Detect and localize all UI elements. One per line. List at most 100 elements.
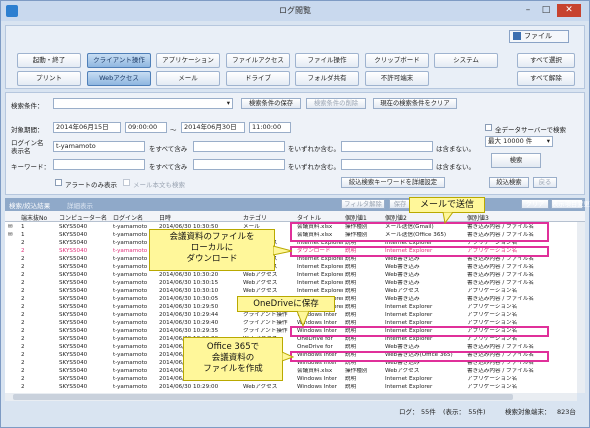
col-header-title[interactable]: タイトル	[297, 213, 339, 222]
cell-value1: 説明	[345, 288, 357, 294]
refine-keyword-button[interactable]: 絞込検索キーワードを詳細設定	[341, 177, 445, 188]
condition-select[interactable]: ▾	[53, 98, 233, 109]
table-row[interactable]: 2SKYS5040t-yamamoto2014/06/30 10:30:25We…	[5, 264, 577, 271]
keyword-exclude-input[interactable]	[341, 159, 433, 170]
time-from-input[interactable]: 09:00:00	[125, 122, 167, 133]
btn-web-access[interactable]: Webアクセス	[87, 71, 151, 86]
cell-computer: SKYS5040	[59, 256, 88, 262]
btn-mail[interactable]: メール	[156, 71, 220, 86]
cell-title: Internet Explorer	[297, 272, 343, 278]
cell-login: t-yamamoto	[113, 328, 148, 334]
cell-no: 2	[21, 240, 25, 246]
btn-startup[interactable]: 起動・終了	[17, 53, 81, 68]
detail-tab[interactable]: 詳細表示	[67, 200, 93, 210]
display-change-button[interactable]: 表示項目変更	[551, 199, 590, 209]
cell-value3: 書き込み内容 / ファイル名	[467, 256, 534, 262]
login-input[interactable]: t-yamamoto	[53, 141, 145, 152]
btn-application[interactable]: アプリケーション	[156, 53, 220, 68]
delete-condition-button[interactable]: 検索条件の削除	[306, 98, 366, 109]
btn-clipboard[interactable]: クリップボード	[365, 53, 429, 68]
cell-category: クライアント操作	[243, 328, 288, 334]
login-any-input[interactable]	[193, 141, 285, 152]
col-header-value1[interactable]: 個別値1	[345, 213, 381, 222]
minimize-icon[interactable]: –	[521, 4, 535, 17]
date-from-input[interactable]: 2014年06月15日	[53, 122, 121, 133]
cell-value1: 説明	[345, 376, 357, 382]
cell-category: Webアクセス	[243, 280, 278, 286]
back-button[interactable]: 戻る	[533, 177, 557, 188]
col-header-login[interactable]: ログイン名	[113, 213, 155, 222]
condition-label: 検索条件：	[11, 102, 44, 110]
cell-login: t-yamamoto	[113, 384, 148, 390]
cell-value3: 書き込み内容 / ファイル名	[467, 368, 534, 374]
col-header-category[interactable]: カテゴリ	[243, 213, 287, 222]
close-icon[interactable]: ✕	[557, 4, 581, 17]
col-header-value2[interactable]: 個別値2	[385, 213, 445, 222]
all-servers-checkbox[interactable]	[485, 124, 492, 131]
results-clear-button[interactable]: クリア	[521, 199, 549, 209]
mail-body-checkbox[interactable]	[123, 179, 130, 186]
table-row[interactable]: 2SKYS5040t-yamamoto2014/06/30 10:29:25We…	[5, 344, 577, 351]
cell-title: 会議資料.xlsx	[297, 368, 333, 374]
col-header-no[interactable]: 端末抜No	[21, 213, 55, 222]
table-row[interactable]: 2 SKYS5040 t-yamamoto 2014/06/30 10:30:10 We…	[5, 288, 577, 295]
date-to-input[interactable]: 2014年06月30日	[181, 122, 245, 133]
table-row[interactable]: 2 SKYS5040 t-yamamoto 2014/06/30 10:30:15 We…	[5, 280, 577, 287]
callout-arrow-onedrive	[297, 311, 310, 327]
btn-drive[interactable]: ドライブ	[226, 71, 290, 86]
cell-no: 2	[21, 272, 25, 278]
btn-system[interactable]: システム	[434, 53, 498, 68]
cell-value1: 説明	[345, 344, 357, 350]
horizontal-scrollbar[interactable]	[5, 393, 577, 401]
clear-all-button[interactable]: すべて解除	[517, 71, 575, 86]
cell-computer: SKYS5040	[59, 344, 88, 350]
period-label: 対象期間：	[11, 126, 44, 134]
results-save-button[interactable]: 保存	[389, 199, 411, 209]
table-row[interactable]: 2 SKYS5040 t-yamamoto 2014/06/30 10:29:44 クラ…	[5, 312, 577, 319]
target-label: 検索対象端末：	[505, 408, 551, 416]
time-to-input[interactable]: 11:00:00	[249, 122, 291, 133]
clear-condition-button[interactable]: 現在の検索条件をクリア	[373, 98, 457, 109]
btn-client-op[interactable]: クライアント操作	[87, 53, 151, 68]
cell-login: t-yamamoto	[113, 304, 148, 310]
cell-value3: 書き込み内容 / ファイル名	[467, 296, 534, 302]
btn-print[interactable]: プリント	[17, 71, 81, 86]
table-row[interactable]: 2SKYS5040t-yamamoto2014/06/30 10:29:05We…	[5, 376, 577, 383]
keyword-any-input[interactable]	[193, 159, 285, 170]
results-tab[interactable]: 検索/絞込結果	[9, 200, 50, 210]
btn-folder-share[interactable]: フォルダ共有	[295, 71, 359, 86]
login-exclude-input[interactable]	[341, 141, 433, 152]
chevron-down-icon: ▾	[226, 99, 230, 107]
col-header-datetime[interactable]: 日時	[159, 213, 219, 222]
keyword-input[interactable]	[53, 159, 145, 170]
cell-value3: アプリケーション名	[467, 384, 518, 390]
maximize-icon[interactable]: □	[539, 4, 553, 17]
scroll-thumb[interactable]	[13, 394, 513, 400]
table-row[interactable]: 2SKYS5040t-yamamoto2014/06/30 10:29:10We…	[5, 368, 577, 375]
table-row[interactable]: 2SKYS5040t-yamamoto2014/06/30 10:30:30We…	[5, 256, 577, 263]
filter-clear-button[interactable]: フィルタ解除	[341, 199, 385, 209]
table-row[interactable]: 2SKYS5040t-yamamoto2014/06/30 10:29:30We…	[5, 336, 577, 343]
cell-no: 2	[21, 344, 25, 350]
save-condition-button[interactable]: 検索条件の保存	[241, 98, 301, 109]
table-row[interactable]: 2 SKYS5040 t-yamamoto 2014/06/30 10:30:20 We…	[5, 272, 577, 279]
cell-datetime: 2014/06/30 10:29:35	[159, 328, 219, 334]
table-row[interactable]: 2 SKYS5040 t-yamamoto 2014/06/30 10:29:00 We…	[5, 384, 577, 391]
col-header-value3[interactable]: 個別値3	[467, 213, 527, 222]
btn-file-access[interactable]: ファイルアクセス	[226, 53, 290, 68]
cell-value1: 説明	[345, 296, 357, 302]
cell-title: OneDrive for	[297, 344, 333, 350]
vertical-scrollbar[interactable]	[577, 222, 585, 393]
search-button[interactable]: 検索	[491, 153, 541, 168]
btn-unauthorized[interactable]: 不許可端末	[365, 71, 429, 86]
cell-value2: Web書き込み	[385, 296, 420, 302]
alert-only-checkbox[interactable]	[55, 179, 62, 186]
refine-search-button[interactable]: 絞込検索	[489, 177, 529, 188]
col-header-computer[interactable]: コンピューター名	[59, 213, 111, 222]
cell-login: t-yamamoto	[113, 272, 148, 278]
btn-file-op[interactable]: ファイル操作	[295, 53, 359, 68]
max-rows-select[interactable]: 最大 10000 件 ▾	[485, 136, 553, 147]
select-all-button[interactable]: すべて選択	[517, 53, 575, 68]
app-icon	[6, 5, 18, 17]
file-menu-button[interactable]: ファイル	[509, 30, 569, 43]
